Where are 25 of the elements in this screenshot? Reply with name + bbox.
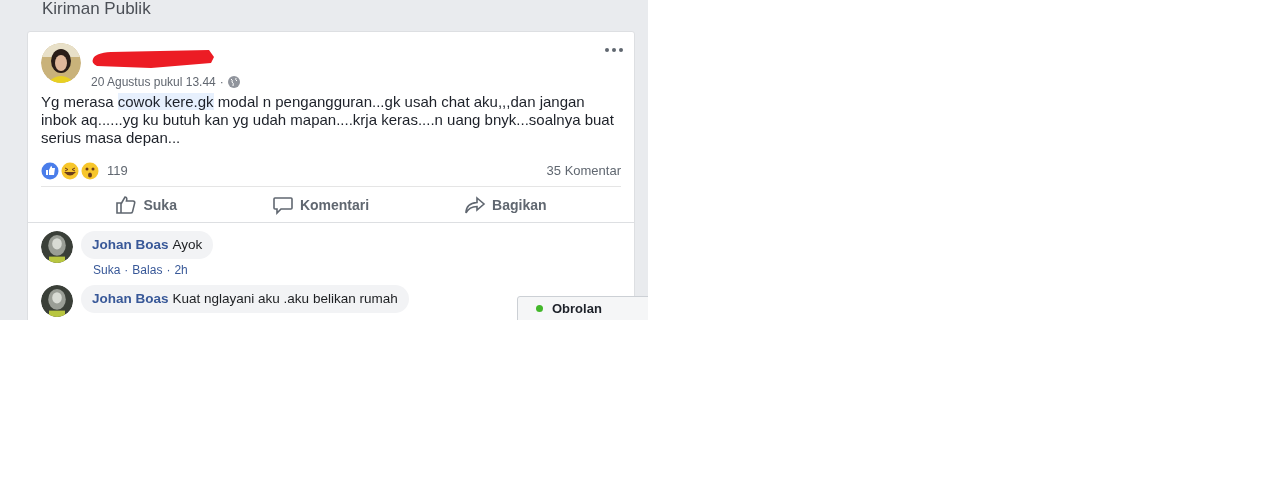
separator-dot: · <box>166 263 171 277</box>
chat-tab[interactable]: Obrolan <box>517 296 648 320</box>
more-options-icon[interactable] <box>604 47 624 53</box>
separator-dot: · <box>219 75 224 89</box>
comment-button[interactable]: Komentari <box>265 192 376 217</box>
comment-author[interactable]: Johan Boas <box>92 237 169 252</box>
globe-icon <box>227 76 240 88</box>
reaction-count[interactable]: 119 <box>107 163 128 178</box>
comment-count[interactable]: 35 Komentar <box>546 163 621 178</box>
post-timestamp[interactable]: 20 Agustus pukul 13.44 <box>91 75 216 89</box>
comment-action-link[interactable]: Balas <box>132 263 163 277</box>
reactions-icon <box>41 161 101 180</box>
comment-text: Kuat nglayani aku .aku belikan rumah <box>172 291 398 306</box>
comment-text: Ayok <box>172 237 203 252</box>
speech-bubble-icon <box>271 194 294 215</box>
comment-author[interactable]: Johan Boas <box>92 291 169 306</box>
thumbs-up-icon <box>115 194 138 215</box>
comment-action-link[interactable]: Suka <box>93 263 121 277</box>
separator-dot: · <box>124 263 129 277</box>
share-button[interactable]: Bagikan <box>458 192 553 217</box>
section-title: Kiriman Publik <box>41 0 152 20</box>
like-button[interactable]: Suka <box>109 192 183 217</box>
post-text: Yg merasa cowok kere.gk modal n pengangguran...gk usah chat aku,,,dan jangan inbok aq......yg ku butuh kan yg udah mapan....krja keras....n uang bnyk...soalnya buat serius masa depan... <box>40 92 615 147</box>
comment-action-link[interactable]: 2h <box>174 263 188 277</box>
share-arrow-icon <box>464 194 487 215</box>
